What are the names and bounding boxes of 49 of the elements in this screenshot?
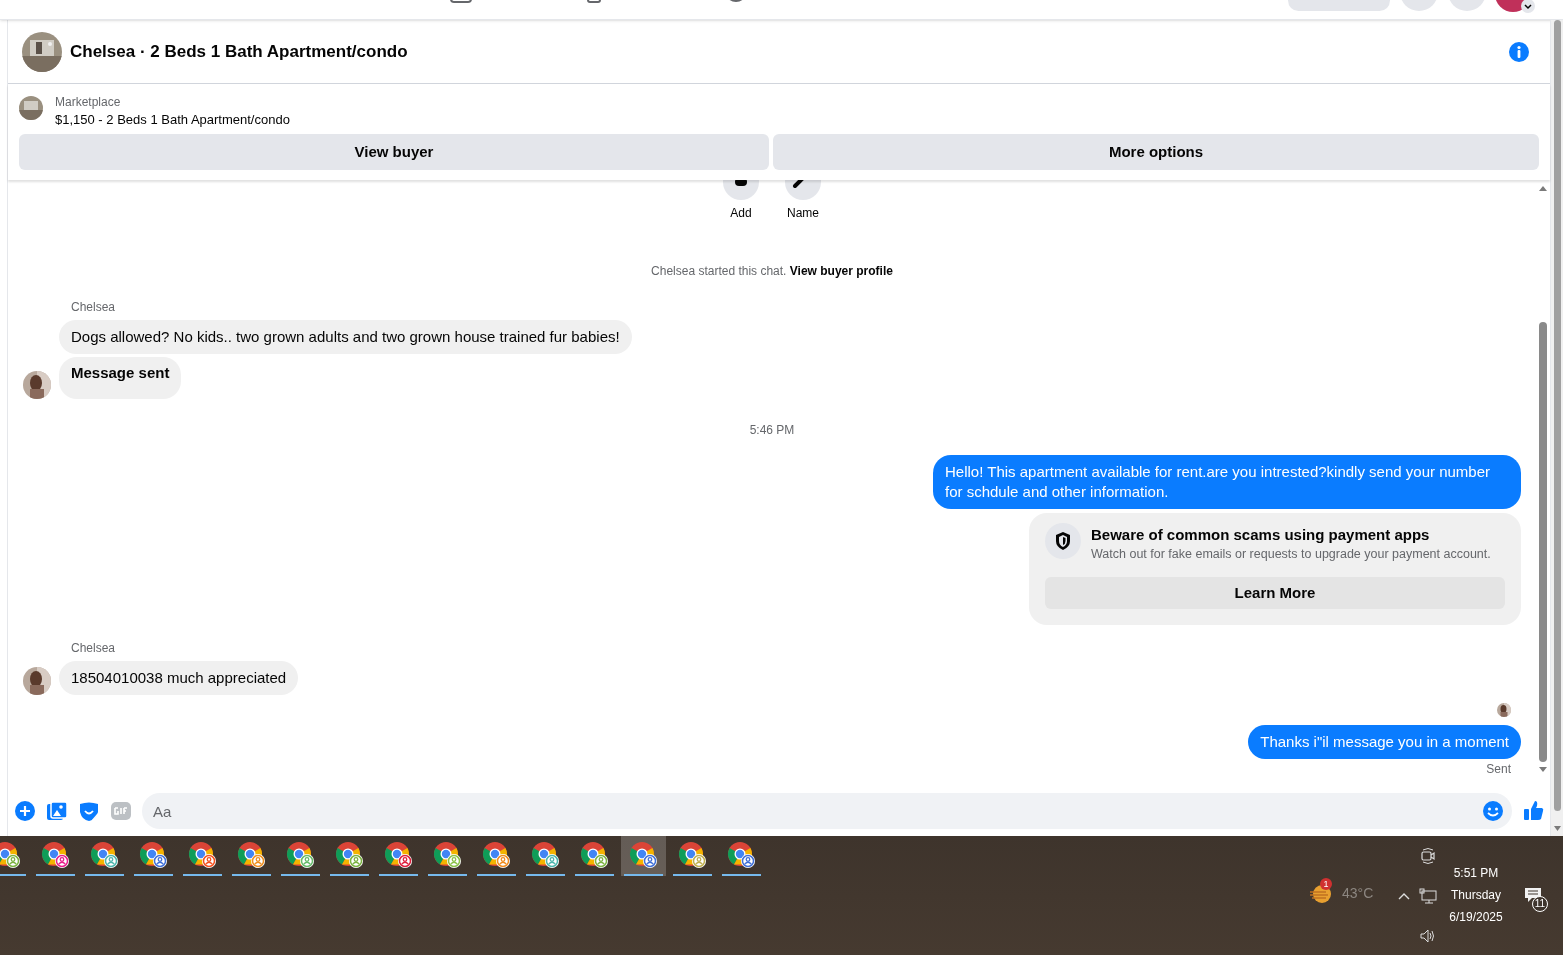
like-icon[interactable] bbox=[1522, 799, 1546, 823]
scrollbar-thumb[interactable] bbox=[1539, 322, 1547, 762]
clock-day[interactable]: Thursday bbox=[1451, 886, 1501, 904]
user-avatar[interactable] bbox=[23, 667, 51, 695]
emoji-icon[interactable] bbox=[1482, 800, 1504, 822]
notification-count: 11 bbox=[1532, 896, 1548, 912]
page-scrollbar-thumb[interactable] bbox=[1553, 20, 1561, 811]
card-text: Watch out for fake emails or requests to upgrade your payment account. bbox=[1091, 546, 1491, 563]
message-bubble: Dogs allowed? No kids.. two grown adults and two grown house trained fur babies! bbox=[59, 320, 632, 354]
scroll-down-icon[interactable] bbox=[1552, 825, 1562, 832]
action-label[interactable]: Name bbox=[787, 204, 819, 222]
notification-badge: 1 bbox=[1320, 878, 1332, 890]
temperature: 43°C bbox=[1342, 883, 1374, 903]
message-bubble: Message sent bbox=[59, 357, 182, 399]
scroll-down-icon[interactable] bbox=[1538, 766, 1548, 774]
user-avatar[interactable] bbox=[1497, 703, 1511, 717]
image-icon[interactable] bbox=[46, 800, 68, 822]
listing-button[interactable]: More options bbox=[773, 134, 1539, 170]
network-icon[interactable] bbox=[1419, 888, 1437, 904]
chevron-up-icon[interactable] bbox=[1397, 891, 1411, 901]
action-label[interactable]: Add bbox=[730, 204, 752, 222]
chat-title: Chelsea · 2 Beds 1 Bath Apartment/condo bbox=[70, 40, 409, 63]
timestamp: 5:46 PM bbox=[749, 423, 795, 437]
volume-icon[interactable] bbox=[1419, 928, 1437, 944]
profile-link[interactable]: View buyer profile bbox=[789, 264, 893, 278]
weather-icon[interactable] bbox=[1308, 882, 1334, 904]
info-icon[interactable] bbox=[1508, 40, 1530, 63]
learn-more-button[interactable]: Learn More bbox=[1045, 577, 1505, 609]
message-bubble: 18504010038 much appreciated bbox=[59, 661, 299, 695]
message-bubble: Hello! This apartment available for rent.are you intrested?kindly send your number for schdule and other information. bbox=[933, 455, 1521, 509]
message-bubble: Thanks i"il message you in a moment bbox=[1248, 725, 1521, 759]
listing-button[interactable]: View buyer bbox=[19, 134, 769, 170]
user-avatar[interactable] bbox=[23, 371, 51, 399]
sender-name: Chelsea bbox=[71, 641, 116, 655]
sticker-icon[interactable] bbox=[78, 800, 100, 822]
card-title: Beware of common scams using payment apps bbox=[1091, 525, 1431, 545]
clock-date[interactable]: 6/19/2025 bbox=[1449, 908, 1503, 926]
message-field[interactable]: Aa bbox=[142, 793, 1512, 829]
scroll-up-icon[interactable] bbox=[1538, 184, 1548, 192]
meet-now-icon[interactable] bbox=[1421, 848, 1435, 864]
sender-name: Chelsea bbox=[71, 300, 116, 314]
system-message: Chelsea started this chat. View buyer profile bbox=[650, 263, 894, 280]
clock-time[interactable]: 5:51 PM bbox=[1453, 864, 1499, 882]
listing-title: $1,150 - 2 Beds 1 Bath Apartment/condo bbox=[55, 111, 290, 129]
browser-taskbar-icon[interactable] bbox=[621, 836, 666, 876]
plus-icon[interactable] bbox=[14, 800, 36, 822]
shield-icon bbox=[1045, 523, 1081, 559]
delivery-status: Sent bbox=[1486, 761, 1511, 778]
listing-source: Marketplace bbox=[55, 94, 122, 110]
